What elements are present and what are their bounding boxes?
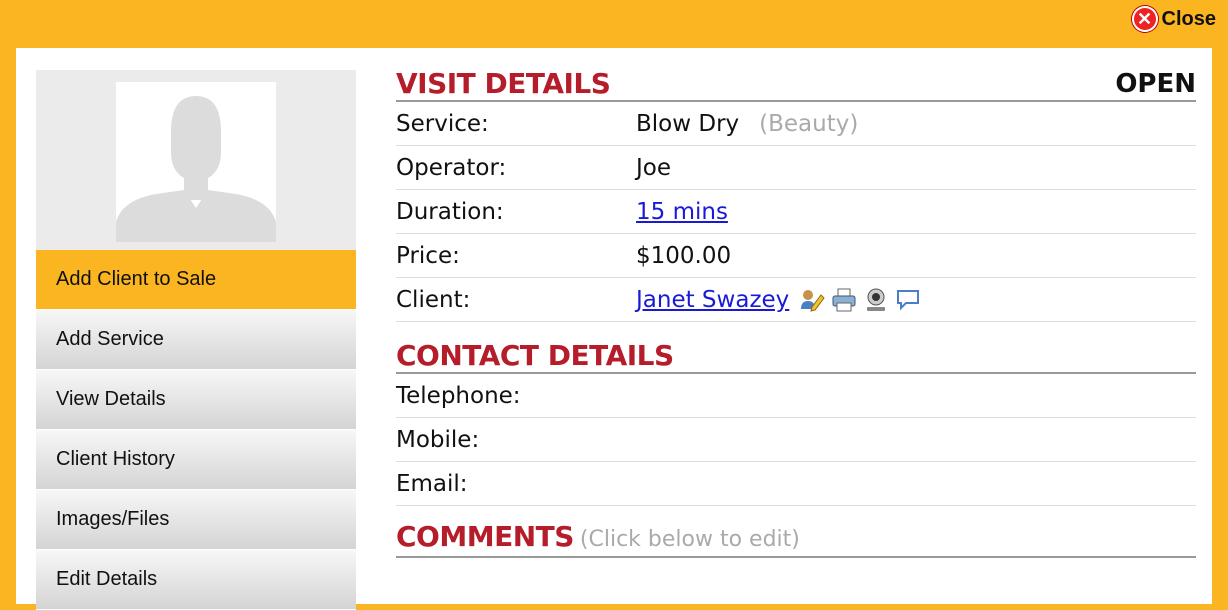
sidebar-item-view-details[interactable]: View Details <box>36 370 356 430</box>
contact-details-header: CONTACT DETAILS <box>396 340 1196 374</box>
service-row: Service: Blow Dry (Beauty) <box>396 102 1196 146</box>
sidebar-item-label: Edit Details <box>56 568 158 590</box>
print-icon[interactable] <box>831 287 857 313</box>
avatar-silhouette-icon <box>116 96 276 242</box>
service-category: (Beauty) <box>759 110 859 137</box>
close-label: Close <box>1161 7 1216 30</box>
comments-header[interactable]: COMMENTS (Click below to edit) <box>396 521 1196 558</box>
mobile-row: Mobile: <box>396 418 1196 462</box>
edit-user-icon[interactable] <box>799 287 825 313</box>
duration-label: Duration: <box>396 198 504 225</box>
sidebar-item-images-files[interactable]: Images/Files <box>36 490 356 550</box>
visit-details-title: VISIT DETAILS <box>396 67 611 100</box>
sidebar-item-add-service[interactable]: Add Service <box>36 310 356 370</box>
duration-row: Duration: 15 mins <box>396 190 1196 234</box>
service-value: Blow Dry <box>636 110 740 137</box>
price-row: Price: $100.00 <box>396 234 1196 278</box>
comments-hint: (Click below to edit) <box>579 527 800 552</box>
sidebar-item-label: View Details <box>56 388 166 410</box>
close-icon: ✕ <box>1131 6 1158 32</box>
telephone-label: Telephone: <box>396 382 521 409</box>
client-row: Client: Janet Swazey <box>396 278 1196 322</box>
sidebar-item-client-history[interactable]: Client History <box>36 430 356 490</box>
sidebar-item-edit-details[interactable]: Edit Details <box>36 550 356 610</box>
operator-label: Operator: <box>396 154 507 181</box>
service-label: Service: <box>396 110 489 137</box>
sidebar-item-add-client-to-sale[interactable]: Add Client to Sale <box>36 250 356 310</box>
sidebar-item-label: Add Service <box>56 328 164 350</box>
visit-details-header: VISIT DETAILS OPEN <box>396 68 1196 102</box>
client-link[interactable]: Janet Swazey <box>636 287 789 313</box>
main-content: VISIT DETAILS OPEN Service: Blow Dry (Be… <box>396 68 1196 558</box>
telephone-row: Telephone: <box>396 374 1196 418</box>
contact-details-title: CONTACT DETAILS <box>396 339 674 372</box>
avatar <box>116 82 276 242</box>
sidebar-item-label: Images/Files <box>56 508 170 530</box>
price-value: $100.00 <box>636 242 732 269</box>
price-label: Price: <box>396 242 460 269</box>
comment-icon[interactable] <box>895 287 921 313</box>
sidebar-item-label: Client History <box>56 448 175 470</box>
mobile-label: Mobile: <box>396 426 480 453</box>
comments-title: COMMENTS (Click below to edit) <box>396 521 800 556</box>
sidebar-item-label: Add Client to Sale <box>56 268 217 290</box>
email-row: Email: <box>396 462 1196 506</box>
webcam-icon[interactable] <box>863 287 889 313</box>
duration-link[interactable]: 15 mins <box>636 199 728 225</box>
operator-row: Operator: Joe <box>396 146 1196 190</box>
operator-value: Joe <box>636 154 672 181</box>
email-label: Email: <box>396 470 468 497</box>
status-badge: OPEN <box>1115 69 1196 99</box>
client-label: Client: <box>396 286 471 313</box>
comments-title-text: COMMENTS <box>396 520 574 553</box>
content-panel: Add Client to Sale Add Service View Deta… <box>16 48 1212 610</box>
close-button[interactable]: ✕ Close <box>1131 6 1216 32</box>
sidebar: Add Client to Sale Add Service View Deta… <box>36 70 356 610</box>
avatar-frame <box>36 70 356 250</box>
